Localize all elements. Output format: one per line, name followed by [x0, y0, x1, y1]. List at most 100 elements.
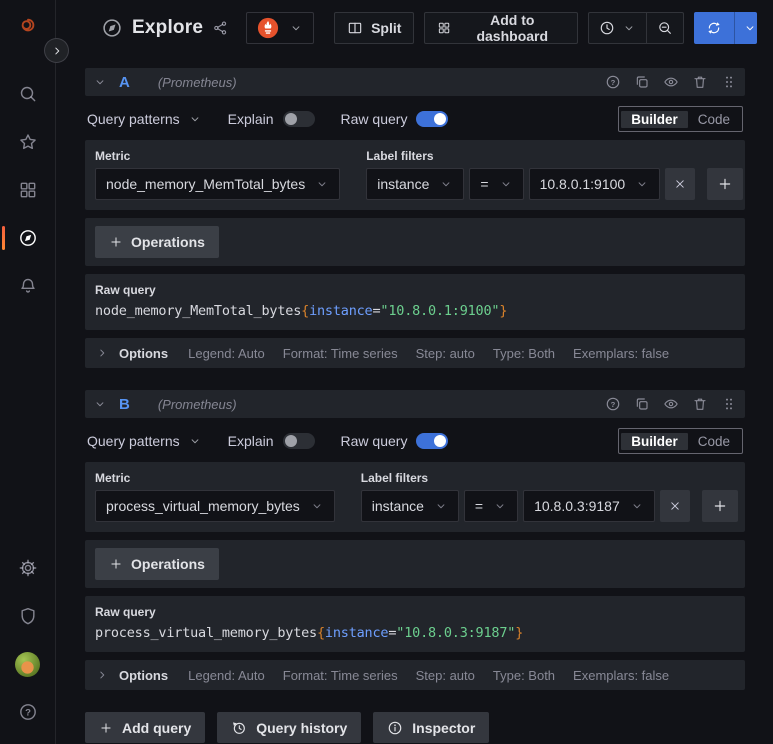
- metric-select-value: process_virtual_memory_bytes: [106, 498, 300, 514]
- zoom-out-icon: [657, 20, 673, 36]
- filter-operator-select[interactable]: =: [463, 490, 519, 522]
- inspector-button[interactable]: Inspector: [373, 712, 490, 743]
- filter-label-select[interactable]: instance: [360, 490, 459, 522]
- close-icon: [673, 177, 687, 191]
- share-icon[interactable]: [212, 20, 228, 36]
- query-patterns-dropdown[interactable]: Query patterns: [87, 433, 202, 449]
- remove-query-trash-icon[interactable]: [692, 74, 708, 90]
- add-filter-button[interactable]: [707, 168, 744, 200]
- query-patterns-label: Query patterns: [87, 111, 180, 127]
- operations-block: Operations: [85, 218, 745, 266]
- code-mode-option[interactable]: Code: [688, 111, 740, 128]
- chevron-down-icon: [622, 21, 636, 35]
- time-range-picker[interactable]: [589, 13, 646, 43]
- options-exemplars: Exemplars: false: [573, 667, 670, 683]
- raw-query-toggle[interactable]: [416, 111, 449, 127]
- query-header-actions: [605, 396, 737, 412]
- sidebar-item-admin[interactable]: [0, 592, 56, 640]
- shield-icon: [18, 606, 38, 626]
- expand-chevron-icon[interactable]: [95, 346, 109, 360]
- code-brace: }: [499, 303, 508, 319]
- options-label[interactable]: Options: [119, 346, 168, 361]
- options-row: Options Legend: Auto Format: Time series…: [85, 338, 745, 368]
- remove-filter-button[interactable]: [659, 490, 690, 522]
- sidebar-expand-button[interactable]: [44, 38, 69, 63]
- collapse-chevron-icon[interactable]: [93, 75, 107, 89]
- metric-select[interactable]: node_memory_MemTotal_bytes: [95, 168, 341, 200]
- sidebar-item-dashboards[interactable]: [0, 166, 56, 214]
- query-history-label: Query history: [256, 719, 348, 736]
- metric-select[interactable]: process_virtual_memory_bytes: [95, 490, 335, 522]
- query-b-header[interactable]: B (Prometheus): [85, 390, 745, 418]
- add-query-label: Add query: [122, 719, 192, 736]
- filter-operator-select[interactable]: =: [469, 168, 524, 200]
- filter-value-select[interactable]: 10.8.0.3:9187: [523, 490, 655, 522]
- sidebar-item-profile[interactable]: [0, 640, 56, 688]
- sidebar-item-explore[interactable]: [0, 214, 56, 262]
- add-to-dashboard-button[interactable]: Add to dashboard: [424, 12, 578, 44]
- metric-field: Metric process_virtual_memory_bytes: [95, 471, 335, 522]
- code-mode-option[interactable]: Code: [688, 433, 740, 450]
- run-query-interval-dropdown[interactable]: [734, 12, 757, 44]
- prometheus-logo-icon: [257, 17, 279, 39]
- toggle-knob: [434, 113, 447, 125]
- filter-label-select[interactable]: instance: [366, 168, 465, 200]
- code-label-name: instance: [324, 625, 389, 641]
- sync-icon: [706, 20, 722, 36]
- label-filters-field: Label filters instance = 10.8.0.3:9187: [360, 471, 738, 522]
- hide-response-eye-icon[interactable]: [663, 396, 679, 412]
- code-brace: }: [515, 625, 524, 641]
- sidebar-nav: [0, 70, 55, 310]
- sidebar-item-help[interactable]: [0, 688, 56, 736]
- query-a-header[interactable]: A (Prometheus): [85, 68, 745, 96]
- builder-mode-option[interactable]: Builder: [621, 432, 688, 450]
- sidebar-bottom: [0, 544, 56, 744]
- chevron-down-icon: [310, 499, 324, 513]
- explain-toggle-wrap: Explain: [228, 111, 315, 127]
- query-patterns-dropdown[interactable]: Query patterns: [87, 111, 202, 127]
- sidebar-item-configuration[interactable]: [0, 544, 56, 592]
- remove-query-trash-icon[interactable]: [692, 396, 708, 412]
- raw-query-block: Raw query process_virtual_memory_bytes{i…: [85, 596, 745, 652]
- add-operation-button[interactable]: Operations: [95, 226, 219, 258]
- search-icon: [18, 84, 38, 104]
- chevron-down-icon: [493, 499, 507, 513]
- remove-filter-button[interactable]: [665, 168, 696, 200]
- add-query-button[interactable]: Add query: [85, 712, 206, 743]
- close-icon: [668, 499, 682, 513]
- filter-value: 10.8.0.1:9100: [539, 176, 626, 192]
- add-filter-button[interactable]: [701, 490, 738, 522]
- sidebar-item-search[interactable]: [0, 70, 56, 118]
- inspector-label: Inspector: [412, 719, 476, 736]
- duplicate-query-icon[interactable]: [634, 74, 650, 90]
- raw-query-toggle[interactable]: [416, 433, 449, 449]
- help-icon[interactable]: [605, 74, 621, 90]
- chevron-right-icon: [50, 44, 64, 58]
- help-icon[interactable]: [605, 396, 621, 412]
- topbar: Explore Split Add to dashboard: [57, 0, 773, 56]
- datasource-picker[interactable]: [246, 12, 315, 44]
- filter-value-select[interactable]: 10.8.0.1:9100: [528, 168, 661, 200]
- explain-toggle[interactable]: [282, 111, 315, 127]
- explain-toggle[interactable]: [282, 433, 315, 449]
- sidebar-item-starred[interactable]: [0, 118, 56, 166]
- toggle-knob: [284, 435, 297, 447]
- drag-handle-icon[interactable]: [721, 396, 737, 412]
- query-editor-row-b: B (Prometheus) Query patterns Explain Ra…: [85, 390, 745, 690]
- options-label[interactable]: Options: [119, 668, 168, 683]
- add-operation-button[interactable]: Operations: [95, 548, 219, 580]
- split-button[interactable]: Split: [334, 12, 415, 44]
- chevron-down-icon: [630, 499, 644, 513]
- collapse-chevron-icon[interactable]: [93, 397, 107, 411]
- time-zoom-out-button[interactable]: [647, 13, 683, 43]
- run-query-button[interactable]: [694, 12, 734, 44]
- chevron-down-icon: [635, 177, 649, 191]
- drag-handle-icon[interactable]: [721, 74, 737, 90]
- sidebar-item-alerting[interactable]: [0, 262, 56, 310]
- hide-response-eye-icon[interactable]: [663, 74, 679, 90]
- query-history-button[interactable]: Query history: [217, 712, 362, 743]
- duplicate-query-icon[interactable]: [634, 396, 650, 412]
- expand-chevron-icon[interactable]: [95, 668, 109, 682]
- page-title: Explore: [132, 17, 204, 38]
- builder-mode-option[interactable]: Builder: [621, 110, 688, 128]
